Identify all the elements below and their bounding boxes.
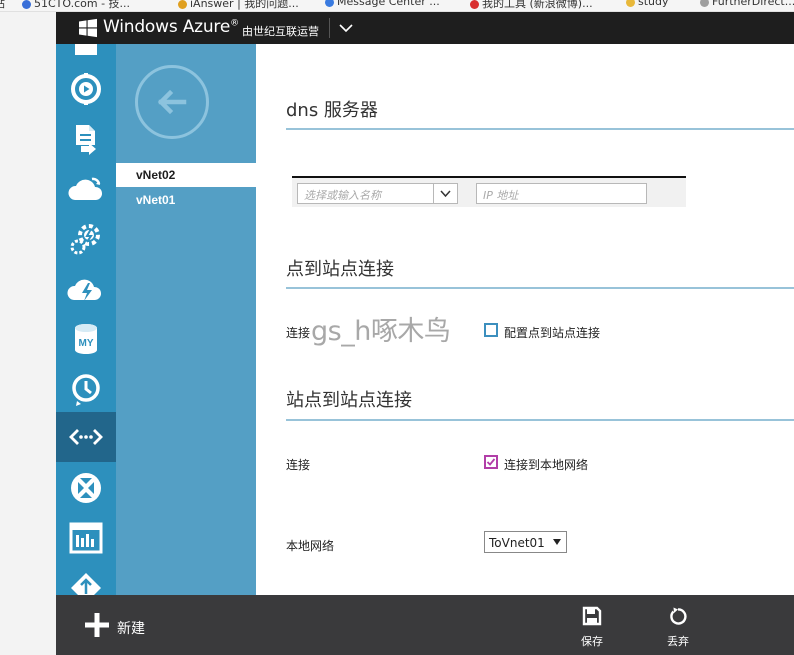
rail-item-storage-export[interactable] bbox=[56, 114, 116, 164]
watermark-text: gs_h啄木鸟 bbox=[311, 316, 451, 347]
bookmark-label: 我的工具 (新浪微博)... bbox=[482, 0, 593, 10]
puzzle-icon bbox=[75, 44, 97, 55]
chevron-down-icon bbox=[440, 190, 451, 198]
discard-label: 丢弃 bbox=[667, 635, 689, 648]
command-bar: 新建 保存 丢弃 bbox=[56, 595, 794, 655]
rail-item-networks[interactable] bbox=[56, 412, 116, 462]
section-divider bbox=[286, 128, 794, 130]
dns-server-row: 选择或输入名称 IP 地址 bbox=[292, 176, 686, 207]
bookmark-icon bbox=[700, 0, 709, 7]
service-bus-icon bbox=[71, 573, 101, 595]
bookmark-item[interactable]: study bbox=[626, 0, 669, 8]
p2s-section-title: 点到站点连接 bbox=[286, 259, 394, 280]
dns-name-combobox[interactable]: 选择或输入名称 bbox=[297, 183, 458, 204]
page-gutter bbox=[0, 12, 56, 655]
local-network-label: 本地网络 bbox=[286, 539, 335, 553]
bookmark-icon bbox=[470, 0, 479, 9]
rail-item-hdinsight[interactable] bbox=[56, 214, 116, 264]
list-item-vnet02[interactable]: vNet02 bbox=[116, 163, 256, 187]
brand-registered-mark: ® bbox=[230, 18, 239, 29]
local-network-value: ToVnet01 bbox=[489, 536, 545, 550]
save-label: 保存 bbox=[581, 635, 603, 648]
chevron-down-icon[interactable] bbox=[337, 19, 355, 37]
brand-title[interactable]: Windows Azure® bbox=[103, 17, 239, 37]
bookmark-icon bbox=[325, 0, 334, 7]
new-button[interactable]: 新建 bbox=[117, 618, 145, 638]
bookmark-icon bbox=[178, 0, 187, 9]
bookmark-label: FurtherDirect... bbox=[712, 0, 794, 8]
save-button[interactable]: 保存 bbox=[567, 595, 617, 655]
cloud-services-icon bbox=[68, 177, 103, 200]
dns-section-title: dns 服务器 bbox=[286, 100, 378, 121]
mysql-icon: MY bbox=[75, 324, 97, 354]
bookmark-item[interactable]: 我的工具 (新浪微博)... bbox=[470, 0, 593, 11]
bookmark-item[interactable]: iAnswer | 我的问题... bbox=[178, 0, 299, 11]
windows-logo-icon bbox=[79, 18, 97, 38]
dns-name-placeholder: 选择或输入名称 bbox=[304, 189, 381, 202]
rail-item-scheduler[interactable] bbox=[56, 364, 116, 414]
top-bar-divider bbox=[329, 18, 330, 38]
hdinsight-icon bbox=[70, 224, 100, 255]
arrow-left-icon bbox=[157, 89, 187, 115]
bookmark-label: 51CTO.com - 技... bbox=[34, 0, 131, 10]
rail-item-media-services[interactable] bbox=[56, 64, 116, 114]
service-nav-rail: MY bbox=[56, 44, 116, 595]
bookmark-item[interactable]: Message Center ... bbox=[325, 0, 440, 8]
browser-bookmarks-bar: 站 51CTO.com - 技... iAnswer | 我的问题... Mes… bbox=[0, 0, 794, 12]
caret-down-icon bbox=[553, 539, 561, 545]
checkmark-icon bbox=[486, 458, 496, 466]
bookmark-icon bbox=[22, 0, 31, 9]
rail-item-service-bus[interactable] bbox=[56, 563, 116, 595]
brand-name: Windows Azure bbox=[103, 17, 231, 37]
rail-item-cloud-services[interactable] bbox=[56, 164, 116, 214]
management-portal-icon bbox=[69, 522, 103, 554]
operator-label: 由世纪互联运营 bbox=[242, 25, 319, 38]
bookmark-label: Message Center ... bbox=[337, 0, 440, 8]
list-item-vnet01[interactable]: vNet01 bbox=[116, 188, 256, 212]
network-list-pane: vNet02 vNet01 bbox=[116, 44, 256, 595]
undo-icon bbox=[670, 607, 687, 625]
bookmark-item[interactable]: 站 bbox=[0, 0, 5, 11]
bookmark-icon bbox=[626, 0, 635, 7]
p2s-checkbox-label[interactable]: 配置点到站点连接 bbox=[504, 324, 600, 341]
rail-item-mobile-services[interactable] bbox=[56, 264, 116, 314]
mysql-icon-text: MY bbox=[79, 338, 94, 349]
s2s-section-title: 站点到站点连接 bbox=[286, 390, 412, 411]
portal-top-bar: Windows Azure® 由世纪互联运营 bbox=[56, 12, 794, 44]
bookmark-label: iAnswer | 我的问题... bbox=[190, 0, 299, 10]
storage-export-icon bbox=[76, 125, 96, 155]
bookmark-item[interactable]: 51CTO.com - 技... bbox=[22, 0, 130, 11]
s2s-connection-label: 连接 bbox=[286, 458, 311, 472]
configure-panel: dns 服务器 选择或输入名称 IP 地址 点到站点连接 连接 gs_h啄木鸟 … bbox=[256, 44, 794, 595]
plus-icon[interactable] bbox=[85, 613, 109, 637]
s2s-checkbox[interactable] bbox=[484, 455, 498, 469]
bookmark-label: 站 bbox=[0, 0, 5, 10]
scheduler-icon bbox=[72, 374, 100, 406]
p2s-connection-label: 连接 bbox=[286, 326, 311, 340]
rail-item-traffic-manager[interactable] bbox=[56, 463, 116, 513]
mobile-services-icon bbox=[67, 279, 102, 301]
s2s-checkbox-label[interactable]: 连接到本地网络 bbox=[504, 456, 588, 473]
local-network-select[interactable]: ToVnet01 bbox=[484, 531, 567, 553]
media-services-icon bbox=[71, 73, 101, 105]
rail-item-management-portal[interactable] bbox=[56, 513, 116, 563]
dns-ip-input[interactable]: IP 地址 bbox=[476, 183, 647, 204]
rail-item-mysql[interactable]: MY bbox=[56, 314, 116, 364]
traffic-manager-icon bbox=[71, 473, 101, 503]
networks-icon bbox=[69, 429, 103, 445]
section-divider bbox=[286, 287, 794, 289]
back-button[interactable] bbox=[135, 65, 209, 139]
dns-name-dropdown-button[interactable] bbox=[433, 184, 457, 203]
bookmark-label: study bbox=[638, 0, 669, 8]
dns-ip-placeholder: IP 地址 bbox=[483, 189, 519, 202]
section-divider bbox=[286, 419, 794, 421]
p2s-checkbox[interactable] bbox=[484, 323, 498, 337]
save-icon bbox=[582, 606, 602, 626]
discard-button[interactable]: 丢弃 bbox=[653, 595, 703, 655]
bookmark-item[interactable]: FurtherDirect... bbox=[700, 0, 794, 8]
